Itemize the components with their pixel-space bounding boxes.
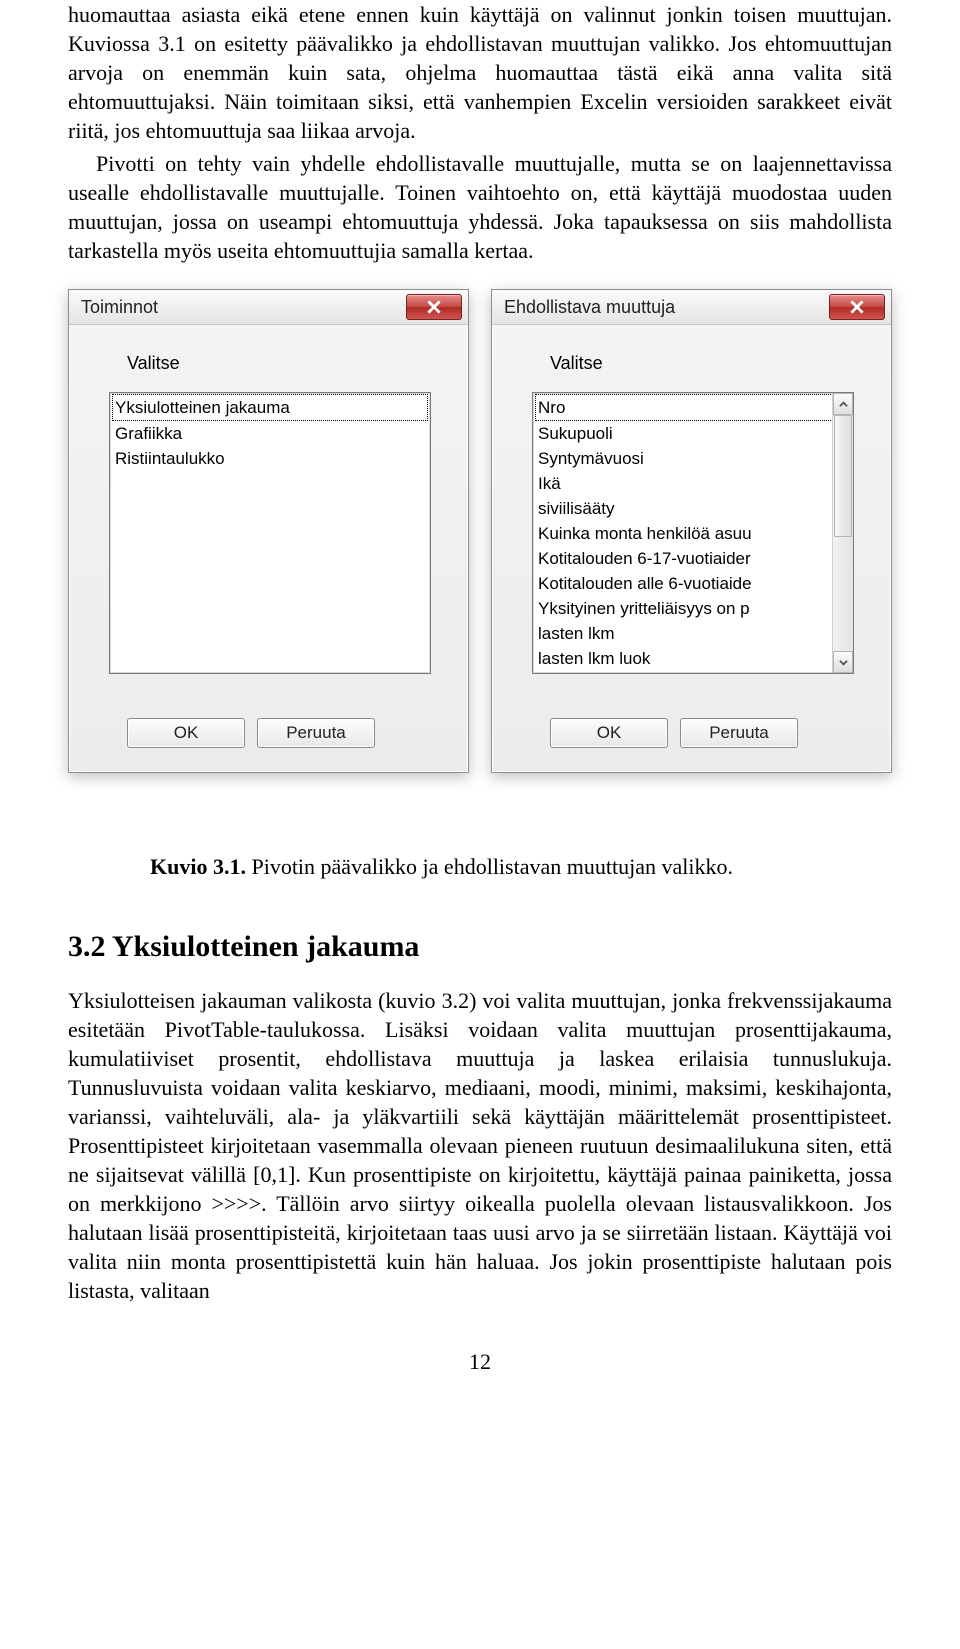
- list-item[interactable]: Sukupuoli: [535, 421, 851, 446]
- close-button[interactable]: [406, 294, 462, 320]
- list-item[interactable]: Yksityinen yritteliäisyys on p: [535, 596, 851, 621]
- list-item[interactable]: Ristiintaulukko: [112, 446, 428, 471]
- paragraph-1: huomauttaa asiasta eikä etene ennen kuin…: [68, 0, 892, 145]
- section-heading: 3.2 Yksiulotteinen jakauma: [68, 930, 892, 964]
- listbox-toiminnot[interactable]: Yksiulotteinen jakauma Grafiikka Ristiin…: [109, 392, 431, 674]
- cancel-button[interactable]: Peruuta: [257, 718, 375, 748]
- dialog-toiminnot: Toiminnot Valitse Yksiulotteinen jakauma…: [68, 289, 469, 773]
- chevron-down-icon: [839, 658, 848, 667]
- list-item[interactable]: Nro: [535, 394, 851, 421]
- ok-button[interactable]: OK: [550, 718, 668, 748]
- paragraph-2: Pivotti on tehty vain yhdelle ehdollista…: [68, 149, 892, 265]
- dialog-title: Ehdollistava muuttuja: [504, 297, 675, 318]
- figure-dialogs: Toiminnot Valitse Yksiulotteinen jakauma…: [68, 289, 892, 773]
- page-number: 12: [68, 1349, 892, 1375]
- list-item[interactable]: Kotitalouden alle 6-vuotiaide: [535, 571, 851, 596]
- scroll-up-button[interactable]: [833, 393, 853, 415]
- list-item[interactable]: Ikä: [535, 471, 851, 496]
- list-item[interactable]: Grafiikka: [112, 421, 428, 446]
- close-icon: [850, 300, 864, 314]
- listbox-ehdollistava[interactable]: Nro Sukupuoli Syntymävuosi Ikä siviilisä…: [532, 392, 854, 674]
- paragraph-3: Yksiulotteisen jakauman valikosta (kuvio…: [68, 986, 892, 1305]
- ok-button[interactable]: OK: [127, 718, 245, 748]
- list-item[interactable]: siviilisääty: [535, 496, 851, 521]
- select-label: Valitse: [550, 353, 869, 374]
- list-item[interactable]: Yksiulotteinen jakauma: [112, 394, 428, 421]
- close-icon: [427, 300, 441, 314]
- close-button[interactable]: [829, 294, 885, 320]
- list-item[interactable]: lasten lkm luok: [535, 646, 851, 671]
- select-label: Valitse: [127, 353, 446, 374]
- dialog-ehdollistava: Ehdollistava muuttuja Valitse Nro Sukupu…: [491, 289, 892, 773]
- chevron-up-icon: [839, 400, 848, 409]
- list-item[interactable]: Kuinka monta henkilöä asuu: [535, 521, 851, 546]
- dialog-title: Toiminnot: [81, 297, 158, 318]
- list-item[interactable]: Kotitalouden 6-17-vuotiaider: [535, 546, 851, 571]
- figure-caption: Kuvio 3.1. Pivotin päävalikko ja ehdolli…: [150, 853, 892, 882]
- scrollbar[interactable]: [832, 393, 853, 673]
- caption-text: Pivotin päävalikko ja ehdollistavan muut…: [246, 854, 733, 879]
- scroll-thumb[interactable]: [834, 415, 852, 537]
- scroll-down-button[interactable]: [833, 651, 853, 673]
- caption-label: Kuvio 3.1.: [150, 854, 246, 879]
- list-item[interactable]: Syntymävuosi: [535, 446, 851, 471]
- cancel-button[interactable]: Peruuta: [680, 718, 798, 748]
- list-item[interactable]: lasten lkm: [535, 621, 851, 646]
